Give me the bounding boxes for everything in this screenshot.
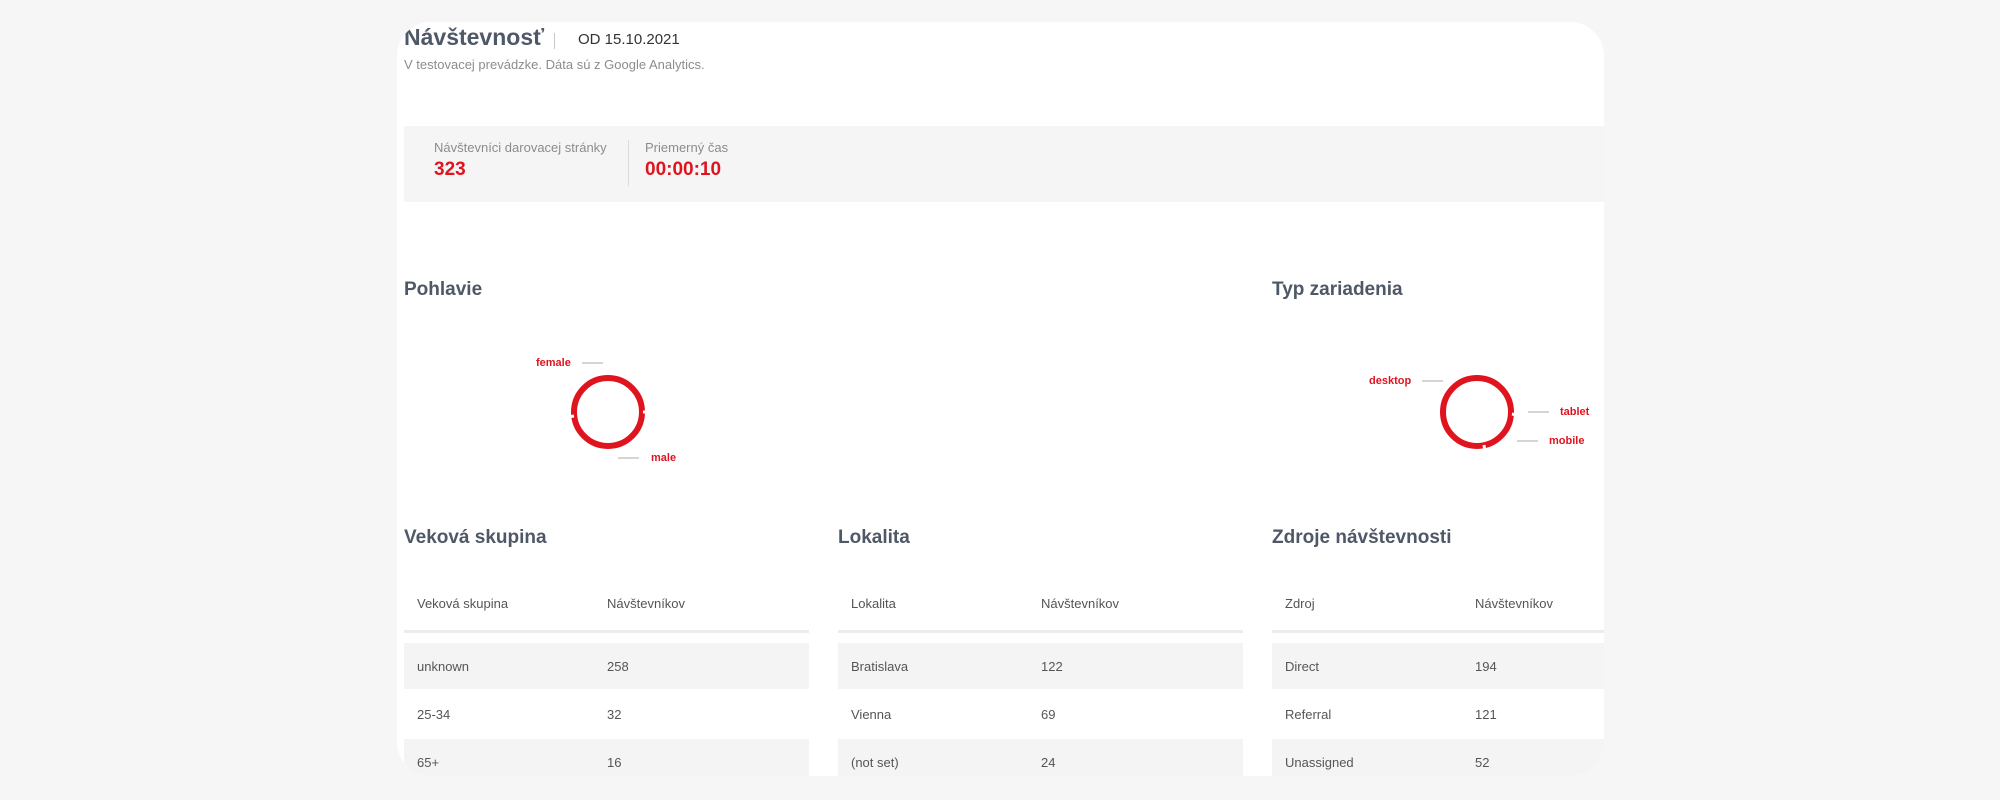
desktop-label: desktop xyxy=(1369,375,1412,387)
table-cell: 24 xyxy=(1041,754,1056,770)
table-row: Bratislava 122 xyxy=(838,643,1243,689)
gender-segment-gap xyxy=(568,414,575,419)
table-cell: unknown xyxy=(417,658,470,674)
table-header: Zdroj Návštevníkov xyxy=(1272,576,1604,633)
stat-visitors: Návštevníci darovacej stránky 323 xyxy=(434,140,607,181)
table-row: Referral 121 xyxy=(1272,691,1604,737)
table-cell: 122 xyxy=(1041,658,1063,674)
location-title: Lokalita xyxy=(838,527,910,548)
table-header: Veková skupina Návštevníkov xyxy=(404,576,809,633)
date-range: OD 15.10.2021 xyxy=(578,31,680,48)
age-table: Veková skupina Návštevníkov unknown 258 … xyxy=(404,576,809,776)
table-cell: 69 xyxy=(1041,706,1056,722)
table-cell: 121 xyxy=(1475,706,1497,722)
gender-donut-chart xyxy=(568,375,648,449)
visits-card: Návštevnosť OD 15.10.2021 V testovacej p… xyxy=(397,22,1604,776)
table-cell: 25-34 xyxy=(417,706,451,722)
table-cell: 65+ xyxy=(417,754,440,770)
table-cell: 16 xyxy=(607,754,622,770)
mobile-label: mobile xyxy=(1549,435,1585,447)
column-header: Zdroj xyxy=(1285,595,1315,611)
tablet-label: tablet xyxy=(1560,406,1590,418)
stats-bar: Návštevníci darovacej stránky 323 Prieme… xyxy=(404,126,1604,202)
table-row: unknown 258 xyxy=(404,643,809,689)
device-segment-gap xyxy=(1482,444,1487,452)
device-donut-ring xyxy=(1440,375,1514,449)
table-row: Unassigned 52 xyxy=(1272,739,1604,776)
table-cell: 258 xyxy=(607,658,629,674)
sources-table: Zdroj Návštevníkov Direct 194 Referral 1… xyxy=(1272,576,1604,776)
male-leader-line xyxy=(618,457,639,459)
male-label: male xyxy=(651,452,677,464)
table-cell: Referral xyxy=(1285,706,1332,722)
table-cell: 32 xyxy=(607,706,622,722)
stat-label: Návštevníci darovacej stránky xyxy=(434,140,607,155)
table-row: 65+ 16 xyxy=(404,739,809,776)
table-cell: 194 xyxy=(1475,658,1497,674)
column-header: Návštevníkov xyxy=(607,595,686,611)
table-cell: Vienna xyxy=(851,706,892,722)
tablet-leader-line xyxy=(1528,411,1549,413)
stat-value: 00:00:10 xyxy=(645,159,722,180)
desktop-leader-line xyxy=(1422,380,1443,382)
mobile-leader-line xyxy=(1517,440,1538,442)
page-title: Návštevnosť xyxy=(404,24,545,50)
table-header: Lokalita Návštevníkov xyxy=(838,576,1243,633)
table-row: (not set) 24 xyxy=(838,739,1243,776)
column-header: Návštevníkov xyxy=(1041,595,1120,611)
table-row: 25-34 32 xyxy=(404,691,809,737)
table-cell: (not set) xyxy=(851,754,899,770)
age-title: Veková skupina xyxy=(404,527,547,548)
female-label: female xyxy=(536,357,571,369)
gender-donut-ring xyxy=(571,375,645,449)
sources-title: Zdroje návštevnosti xyxy=(1272,527,1452,548)
table-row: Direct 194 xyxy=(1272,643,1604,689)
device-segment-gap xyxy=(1511,412,1517,417)
device-donut-chart xyxy=(1440,375,1517,452)
location-table: Lokalita Návštevníkov Bratislava 122 Vie… xyxy=(838,576,1243,776)
column-header: Návštevníkov xyxy=(1475,595,1554,611)
stat-divider xyxy=(628,140,629,186)
table-cell: Unassigned xyxy=(1285,754,1354,770)
table-row: Vienna 69 xyxy=(838,691,1243,737)
female-leader-line xyxy=(582,362,603,364)
table-cell: Direct xyxy=(1285,658,1319,674)
column-header: Veková skupina xyxy=(417,595,509,611)
gender-title: Pohlavie xyxy=(404,279,483,300)
stat-label: Priemerný čas xyxy=(645,140,729,155)
stat-value: 323 xyxy=(434,159,466,180)
page-subtitle: V testovacej prevádzke. Dáta sú z Google… xyxy=(404,57,705,72)
device-title: Typ zariadenia xyxy=(1272,279,1403,300)
stat-average-time: Priemerný čas 00:00:10 xyxy=(645,140,728,181)
column-header: Lokalita xyxy=(851,595,896,611)
title-divider xyxy=(554,33,555,49)
table-cell: 52 xyxy=(1475,754,1490,770)
table-cell: Bratislava xyxy=(851,658,909,674)
